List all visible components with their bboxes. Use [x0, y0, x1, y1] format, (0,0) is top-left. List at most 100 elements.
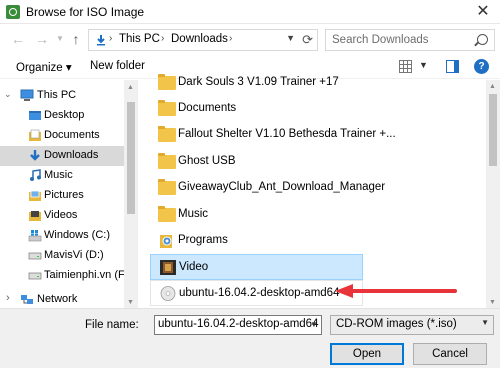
sidebar-item-windows-c[interactable]: Windows (C:) — [0, 226, 124, 246]
iso-app-icon — [6, 5, 20, 19]
search-placeholder: Search Downloads — [332, 34, 429, 46]
scroll-up-icon[interactable]: ▲ — [489, 83, 496, 90]
folder-icon — [158, 126, 176, 142]
window-title: Browse for ISO Image — [26, 5, 145, 19]
scrollbar-thumb[interactable] — [489, 94, 497, 166]
sidebar-item-desktop[interactable]: Desktop — [0, 106, 124, 126]
drive-icon — [28, 252, 42, 260]
file-name: Ghost USB — [178, 155, 236, 167]
list-item-programs[interactable]: Programs — [150, 228, 363, 254]
downloads-arrow-icon — [97, 35, 105, 46]
file-name-label: File name: — [85, 319, 139, 331]
folder-icon — [158, 153, 176, 169]
music-icon — [30, 169, 41, 181]
sidebar-item-taimienphi-f[interactable]: Taimienphi.vn (F:) — [0, 266, 124, 286]
address-bar[interactable]: › This PC › Downloads › ▼ ⟳ — [88, 29, 318, 51]
file-list-scrollbar[interactable]: ▲ ▼ — [486, 80, 500, 308]
navigation-pane: ⌄ This PC Desktop Documents Downloads Mu… — [0, 80, 124, 308]
chevron-down-icon: ▼ — [481, 318, 489, 327]
file-name: Programs — [178, 234, 228, 246]
list-item-video[interactable]: Video — [150, 254, 363, 280]
list-item-dark-souls-trainer[interactable]: Dark Souls 3 V1.09 Trainer +17 — [150, 70, 363, 96]
breadcrumb-separator: › — [109, 33, 113, 44]
sidebar-item-music[interactable]: Music — [0, 166, 124, 186]
refresh-icon[interactable]: ⟳ — [302, 32, 313, 48]
file-name: Video — [179, 261, 209, 273]
downloads-icon — [30, 150, 40, 161]
network-icon — [21, 295, 33, 304]
list-item-documents[interactable]: Documents — [150, 96, 363, 122]
file-name: ubuntu-16.04.2-desktop-amd64 — [179, 287, 340, 299]
file-name-input[interactable]: ubuntu-16.04.2-desktop-amd64 — [154, 315, 322, 335]
annotation-arrow — [335, 284, 457, 298]
recent-locations-dropdown[interactable]: ▼ — [52, 31, 68, 47]
documents-folder-icon — [29, 129, 41, 141]
folder-icon — [158, 74, 176, 90]
navigation-scrollbar[interactable]: ▲ ▼ — [124, 80, 138, 308]
sidebar-item-label: Videos — [44, 209, 78, 221]
file-name: Documents — [178, 102, 237, 114]
drive-icon — [28, 272, 42, 280]
breadcrumb-downloads[interactable]: Downloads — [171, 33, 228, 45]
dialog-footer: File name: ubuntu-16.04.2-desktop-amd64 … — [0, 308, 500, 368]
pictures-folder-icon — [29, 190, 41, 201]
list-item-ghost-usb[interactable]: Ghost USB — [150, 149, 363, 175]
back-button[interactable]: ← — [10, 31, 26, 47]
sidebar-item-label: Desktop — [44, 109, 85, 121]
breadcrumb-this-pc[interactable]: This PC — [119, 33, 160, 45]
file-list: Dark Souls 3 V1.09 Trainer +17 Documents… — [150, 70, 485, 308]
sidebar-item-pictures[interactable]: Pictures — [0, 186, 124, 206]
view-options-dropdown[interactable]: ▼ — [419, 60, 428, 70]
computer-icon — [20, 89, 34, 101]
file-type-value: CD-ROM images (*.iso) — [336, 318, 457, 330]
forward-button[interactable]: → — [34, 31, 50, 47]
close-button[interactable]: ✕ — [466, 0, 500, 24]
sidebar-item-label: Downloads — [44, 149, 99, 161]
new-folder-button[interactable]: New folder — [90, 60, 145, 72]
folder-icon — [158, 206, 176, 222]
up-button[interactable]: ↑ — [68, 31, 84, 47]
windows-drive-icon — [28, 230, 42, 242]
search-icon — [477, 34, 488, 45]
sidebar-item-downloads[interactable]: Downloads — [0, 146, 124, 166]
sidebar-item-label: Documents — [44, 129, 100, 141]
open-button[interactable]: Open — [330, 343, 404, 365]
videos-folder-icon — [29, 211, 41, 221]
desktop-folder-icon — [29, 111, 41, 120]
scroll-up-icon[interactable]: ▲ — [127, 84, 134, 91]
scrollbar-thumb[interactable] — [127, 102, 135, 214]
file-name: Dark Souls 3 V1.09 Trainer +17 — [178, 76, 339, 88]
organize-button[interactable]: Organize ▾ — [16, 60, 72, 74]
sidebar-item-label: Network — [37, 293, 78, 305]
file-type-select[interactable]: CD-ROM images (*.iso) ▼ — [330, 315, 494, 335]
scroll-down-icon[interactable]: ▼ — [127, 299, 134, 306]
expand-chevron-icon[interactable]: › — [6, 292, 10, 304]
programs-folder-icon — [160, 235, 172, 248]
sidebar-item-label: This PC — [37, 89, 77, 101]
sidebar-item-label: Windows (C:) — [44, 229, 111, 241]
list-item-music[interactable]: Music — [150, 202, 363, 228]
breadcrumb-separator: › — [229, 33, 233, 44]
sidebar-item-this-pc[interactable]: ⌄ This PC — [0, 86, 124, 106]
list-item-ubuntu-iso[interactable]: ubuntu-16.04.2-desktop-amd64 — [150, 280, 363, 306]
sidebar-item-label: MavisVi (D:) — [44, 249, 104, 261]
expand-chevron-icon[interactable]: ⌄ — [4, 89, 12, 100]
sidebar-item-label: Taimienphi.vn (F:) — [44, 269, 124, 281]
scroll-down-icon[interactable]: ▼ — [489, 299, 496, 306]
sidebar-item-label: Music — [44, 169, 73, 181]
file-name: GiveawayClub_Ant_Download_Manager — [178, 181, 386, 193]
search-box[interactable]: Search Downloads — [325, 29, 495, 51]
list-item-fallout-shelter-trainer[interactable]: Fallout Shelter V1.10 Bethesda Trainer +… — [150, 122, 396, 148]
file-name: Music — [178, 208, 209, 220]
cancel-button[interactable]: Cancel — [413, 343, 487, 365]
address-history-dropdown[interactable]: ▼ — [286, 33, 295, 43]
list-item-giveawayclub[interactable]: GiveawayClub_Ant_Download_Manager — [150, 175, 385, 201]
sidebar-item-mavisvi-d[interactable]: MavisVi (D:) — [0, 246, 124, 266]
navigation-bar: ← → ▼ ↑ › This PC › Downloads › ▼ ⟳ Sear… — [0, 26, 500, 54]
breadcrumb-separator: › — [161, 33, 165, 44]
sidebar-item-videos[interactable]: Videos — [0, 206, 124, 226]
sidebar-item-label: Pictures — [44, 189, 84, 201]
sidebar-item-documents[interactable]: Documents — [0, 126, 124, 146]
sidebar-item-network[interactable]: › Network — [0, 290, 124, 308]
file-name-history-dropdown[interactable]: ▼ — [306, 315, 322, 335]
